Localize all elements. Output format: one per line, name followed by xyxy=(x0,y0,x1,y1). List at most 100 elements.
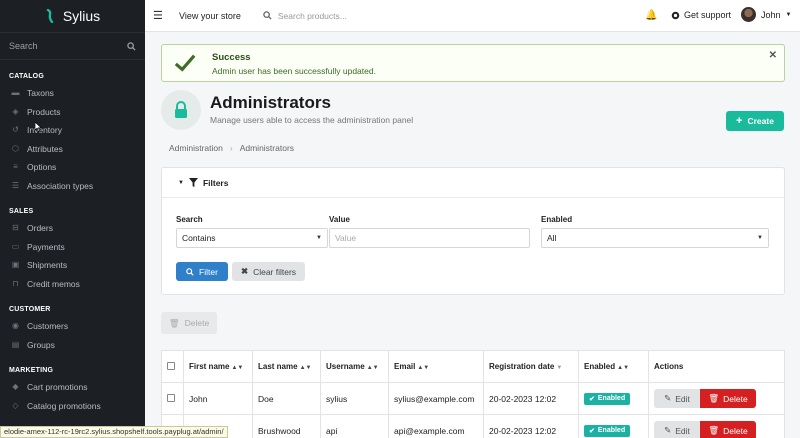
main-content: Success Admin user has been successfully… xyxy=(145,32,800,438)
menu-toggle-icon[interactable]: ☰ xyxy=(153,9,167,22)
delete-button[interactable]: 🗑 Delete xyxy=(700,389,756,408)
col-enabled-label: Enabled xyxy=(584,362,616,371)
sidebar-item-label: Association types xyxy=(27,180,94,191)
select-all-checkbox[interactable] xyxy=(167,361,175,370)
sidebar-section-marketing: MARKETING ◆ Cart promotions ◇ Catalog promot… xyxy=(0,354,145,415)
checkmark-icon xyxy=(174,54,196,72)
col-registration-date[interactable]: Registration date ▼ xyxy=(483,350,579,383)
cell-registration-date: 20-02-2023 12:02 xyxy=(483,382,579,415)
cubes-icon: ⬡ xyxy=(12,143,19,153)
close-icon[interactable]: ✕ xyxy=(769,50,777,61)
product-search-input[interactable]: Search products... xyxy=(263,11,563,21)
bell-icon[interactable]: 🔔 xyxy=(645,10,657,21)
cell-username: sylius xyxy=(320,382,389,415)
tag-icon: ◆ xyxy=(12,382,19,392)
truck-icon: ▣ xyxy=(11,260,20,270)
sidebar-item-label: Customers xyxy=(27,321,69,332)
sidebar-item-inventory[interactable]: ↺ Inventory xyxy=(0,121,145,140)
col-first-name[interactable]: First name ▲▼ xyxy=(183,350,253,383)
sidebar-item-attributes[interactable]: ⬡ Attributes xyxy=(0,140,145,159)
sidebar-search-placeholder: Search xyxy=(9,41,38,51)
value-placeholder: Value xyxy=(335,233,357,243)
edit-button[interactable]: ✎ Edit xyxy=(654,421,700,438)
breadcrumb: Administration › Administrators xyxy=(169,143,294,153)
sidebar-item-customers[interactable]: ◉ Customers xyxy=(0,317,145,336)
sidebar-item-payments[interactable]: ▭ Payments xyxy=(0,238,145,257)
get-support-link[interactable]: Get support xyxy=(671,10,731,20)
cell-email: api@example.com xyxy=(388,414,484,438)
search-icon xyxy=(263,11,272,20)
clear-filters-button[interactable]: ✖ Clear filters xyxy=(232,262,305,281)
caret-down-icon: ▼ xyxy=(785,11,792,18)
row-checkbox[interactable] xyxy=(167,393,175,402)
sidebar-item-groups[interactable]: ▤ Groups xyxy=(0,336,145,355)
sidebar-item-taxons[interactable]: ▬ Taxons xyxy=(0,84,145,103)
bulk-delete-button[interactable]: 🗑 Delete xyxy=(161,312,217,334)
sort-icon: ▲▼ xyxy=(299,365,312,371)
cell-actions: ✎ Edit 🗑 Delete xyxy=(648,382,785,415)
sidebar-item-cart-promotions[interactable]: ◆ Cart promotions xyxy=(0,378,145,397)
table-row: John Doe sylius sylius@example.com 20-02… xyxy=(161,382,785,415)
sort-icon: ▲▼ xyxy=(617,365,630,371)
filters-title: Filters xyxy=(202,177,229,188)
col-username[interactable]: Username ▲▼ xyxy=(320,350,389,383)
alert-title: Success xyxy=(212,52,251,63)
col-last-name[interactable]: Last name ▲▼ xyxy=(252,350,321,383)
col-enabled[interactable]: Enabled ▲▼ xyxy=(578,350,649,383)
edit-button[interactable]: ✎ Edit xyxy=(654,389,700,408)
sidebar-item-products[interactable]: ◈ Products xyxy=(0,103,145,122)
sidebar-item-label: Groups xyxy=(27,339,55,350)
sidebar-item-label: Options xyxy=(27,162,57,173)
col-actions: Actions xyxy=(648,350,785,383)
sidebar-item-catalog-promotions[interactable]: ◇ Catalog promotions xyxy=(0,397,145,416)
sidebar-item-label: Taxons xyxy=(27,88,54,99)
filter-button[interactable]: Filter xyxy=(176,262,228,281)
breadcrumb-administrators: Administrators xyxy=(239,143,295,153)
sidebar-section-sales: SALES ⊟ Orders ▭ Payments ▣ Shipments ⊓ Credit m… xyxy=(0,195,145,293)
value-input[interactable]: Value xyxy=(329,228,530,248)
view-store-link[interactable]: View your store xyxy=(179,11,241,21)
col-last-name-label: Last name xyxy=(258,362,298,371)
create-button[interactable]: + Create xyxy=(726,111,784,131)
cell-enabled: ✔ Enabled xyxy=(578,414,649,438)
breadcrumb-administration[interactable]: Administration xyxy=(169,143,223,153)
col-email[interactable]: Email ▲▼ xyxy=(388,350,484,383)
caret-down-icon: ▼ xyxy=(178,179,184,186)
sidebar-item-label: Shipments xyxy=(27,260,68,271)
sidebar-item-shipments[interactable]: ▣ Shipments xyxy=(0,256,145,275)
delete-label: Delete xyxy=(723,425,748,436)
sort-icon: ▲▼ xyxy=(417,365,430,371)
sidebar-item-label: Catalog promotions xyxy=(27,400,101,411)
sidebar-search[interactable]: Search xyxy=(0,32,145,60)
archive-icon: ▤ xyxy=(11,339,20,349)
sidebar-item-orders[interactable]: ⊟ Orders xyxy=(0,219,145,238)
sidebar-item-association-types[interactable]: ☰ Association types xyxy=(0,177,145,196)
delete-button[interactable]: 🗑 Delete xyxy=(700,421,756,438)
filters-toggle[interactable]: ▼ Filters xyxy=(162,168,784,198)
search-type-select[interactable]: Contains ▼ xyxy=(176,228,328,248)
page-subtitle: Manage users able to access the administ… xyxy=(210,115,414,125)
sidebar-item-label: Inventory xyxy=(27,125,62,136)
delete-label: Delete xyxy=(723,393,748,404)
sidebar-item-options[interactable]: ≡ Options xyxy=(0,158,145,177)
sidebar-item-label: Orders xyxy=(27,223,53,234)
user-menu[interactable]: John ▼ xyxy=(741,7,791,22)
enabled-select[interactable]: All ▼ xyxy=(541,228,769,248)
filter-icon xyxy=(188,178,198,187)
sidebar-section-title: MARKETING xyxy=(9,367,54,374)
plus-icon: + xyxy=(736,115,743,127)
enabled-badge-label: Enabled xyxy=(597,427,626,434)
tags-icon: ◇ xyxy=(12,400,19,410)
row-select-cell xyxy=(161,382,184,415)
sidebar-item-label: Credit memos xyxy=(27,278,80,289)
cell-last-name: Doe xyxy=(252,382,321,415)
sylius-logo[interactable]: Sylius xyxy=(0,0,145,32)
sort-icon: ▲▼ xyxy=(366,365,379,371)
sidebar-item-credit-memos[interactable]: ⊓ Credit memos xyxy=(0,275,145,294)
sidebar-item-label: Products xyxy=(27,106,61,117)
mouse-cursor-icon xyxy=(35,122,43,132)
edit-label: Edit xyxy=(675,393,690,404)
trash-icon: 🗑 xyxy=(708,425,720,435)
col-username-label: Username xyxy=(326,362,365,371)
sidebar-section-title: CUSTOMER xyxy=(9,306,51,313)
